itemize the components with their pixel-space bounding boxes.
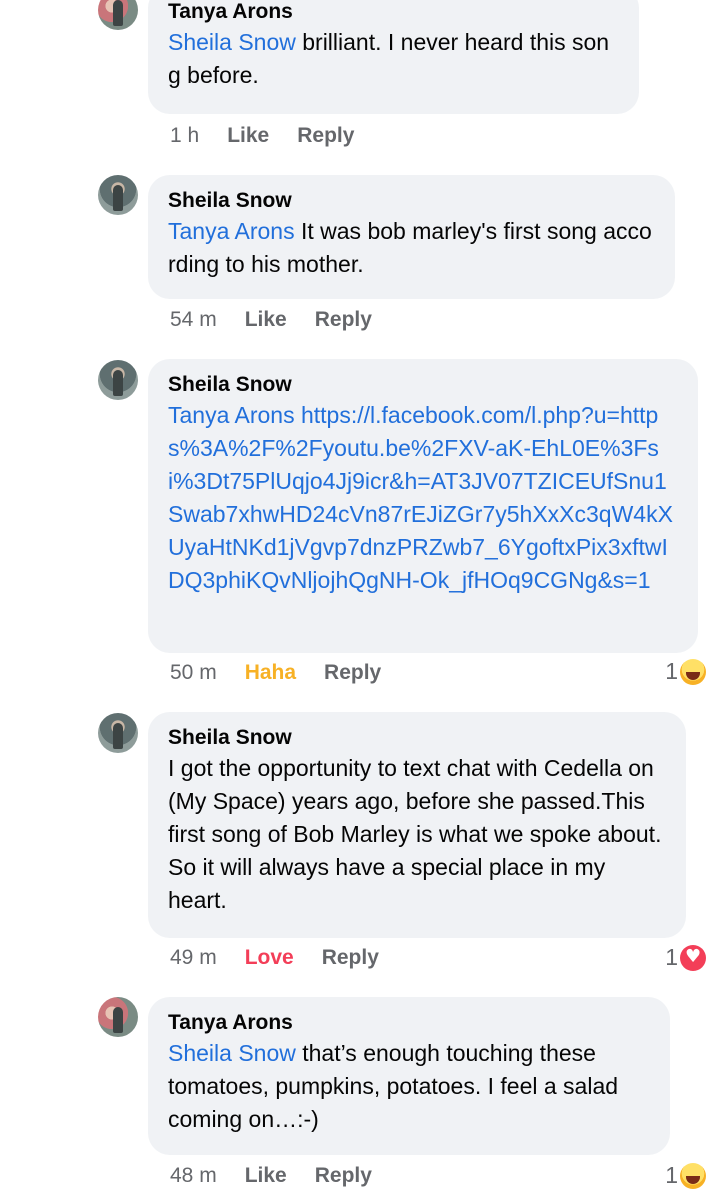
reaction-count: 1: [665, 1162, 678, 1188]
like-button[interactable]: Like: [245, 308, 287, 332]
avatar[interactable]: [98, 360, 138, 400]
comment-bubble: Sheila Snow Tanya Arons It was bob marle…: [148, 175, 675, 299]
reaction-summary[interactable]: 1: [665, 944, 706, 971]
comment-actions: 50 m Haha Reply: [170, 661, 381, 685]
comment-time[interactable]: 50 m: [170, 661, 217, 685]
comment-text: I got the opportunity to text chat with …: [168, 755, 662, 913]
comment-time[interactable]: 1 h: [170, 124, 199, 148]
mention-link[interactable]: Sheila Snow: [168, 1040, 296, 1066]
avatar[interactable]: [98, 175, 138, 215]
comment-text: Tanya Arons It was bob marley's first so…: [168, 218, 652, 277]
haha-emoji-icon: [680, 658, 706, 685]
avatar[interactable]: [98, 713, 138, 753]
mention-link[interactable]: Tanya Arons: [168, 402, 295, 428]
comment-time[interactable]: 48 m: [170, 1164, 217, 1188]
comment-bubble: Tanya Arons Sheila Snow brilliant. I nev…: [148, 0, 639, 114]
reaction-count: 1: [665, 944, 678, 970]
avatar[interactable]: [98, 997, 138, 1037]
reply-button[interactable]: Reply: [315, 308, 372, 332]
reaction-summary[interactable]: 1: [665, 658, 706, 685]
reaction-count: 1: [665, 658, 678, 684]
haha-emoji-icon: [680, 1162, 706, 1189]
comment-time[interactable]: 49 m: [170, 946, 217, 970]
reply-button[interactable]: Reply: [322, 946, 379, 970]
reply-button[interactable]: Reply: [297, 124, 354, 148]
reply-button[interactable]: Reply: [324, 661, 381, 685]
mention-link[interactable]: Sheila Snow: [168, 29, 296, 55]
comment-text: Sheila Snow brilliant. I never heard thi…: [168, 29, 610, 88]
mention-link[interactable]: Tanya Arons: [168, 218, 295, 244]
comment-actions: 48 m Like Reply: [170, 1164, 372, 1188]
comment-author[interactable]: Sheila Snow: [168, 187, 655, 215]
avatar[interactable]: [98, 0, 138, 30]
comment-author[interactable]: Tanya Arons: [168, 1009, 650, 1037]
comment-bubble: Tanya Arons Sheila Snow that’s enough to…: [148, 997, 670, 1155]
reaction-summary[interactable]: 1: [665, 1162, 706, 1189]
comment-actions: 54 m Like Reply: [170, 308, 372, 332]
love-heart-icon: [680, 944, 706, 971]
comment-text: Tanya Arons https://l.facebook.com/l.php…: [168, 399, 678, 597]
comment-text: Sheila Snow that’s enough touching these…: [168, 1040, 619, 1132]
comment-time[interactable]: 54 m: [170, 308, 217, 332]
comment-author[interactable]: Tanya Arons: [168, 0, 619, 26]
comment-actions: 49 m Love Reply: [170, 946, 379, 970]
like-button[interactable]: Like: [227, 124, 269, 148]
comment-author[interactable]: Sheila Snow: [168, 371, 678, 399]
comment-author[interactable]: Sheila Snow: [168, 724, 666, 752]
comment-actions: 1 h Like Reply: [170, 124, 354, 148]
url-link[interactable]: https://l.facebook.com/l.php?u=https%3A%…: [168, 402, 673, 593]
love-reaction-button[interactable]: Love: [245, 946, 294, 970]
comment-bubble: Sheila Snow Tanya Arons https://l.facebo…: [148, 359, 698, 653]
haha-reaction-button[interactable]: Haha: [245, 661, 296, 685]
like-button[interactable]: Like: [245, 1164, 287, 1188]
comment-bubble: Sheila Snow I got the opportunity to tex…: [148, 712, 686, 938]
reply-button[interactable]: Reply: [315, 1164, 372, 1188]
